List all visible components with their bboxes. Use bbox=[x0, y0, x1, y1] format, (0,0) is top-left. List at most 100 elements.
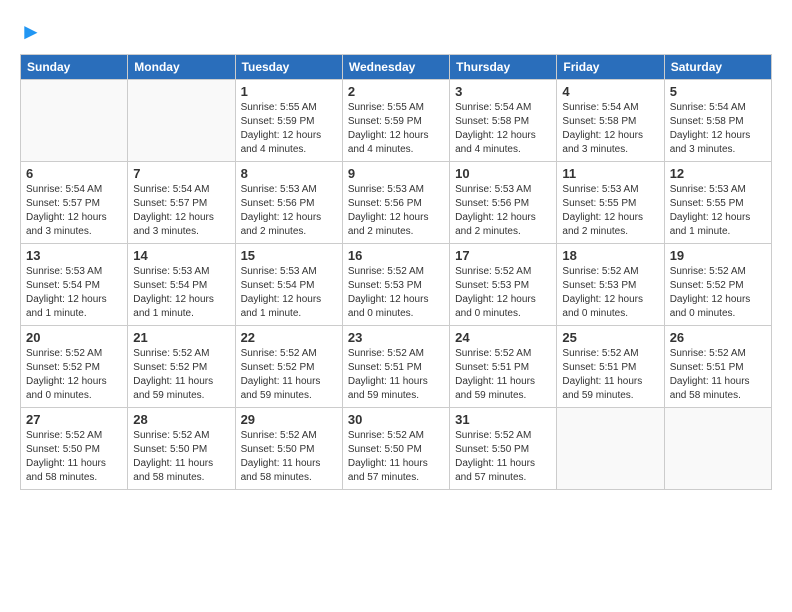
calendar-day-cell: 20Sunrise: 5:52 AM Sunset: 5:52 PM Dayli… bbox=[21, 326, 128, 408]
day-info: Sunrise: 5:53 AM Sunset: 5:56 PM Dayligh… bbox=[348, 183, 444, 239]
calendar-day-cell: 25Sunrise: 5:52 AM Sunset: 5:51 PM Dayli… bbox=[557, 326, 664, 408]
day-number: 1 bbox=[241, 84, 337, 99]
calendar-day-cell bbox=[664, 408, 771, 490]
day-number: 29 bbox=[241, 412, 337, 427]
day-number: 18 bbox=[562, 248, 658, 263]
day-info: Sunrise: 5:52 AM Sunset: 5:50 PM Dayligh… bbox=[26, 429, 122, 485]
day-info: Sunrise: 5:52 AM Sunset: 5:53 PM Dayligh… bbox=[562, 265, 658, 321]
calendar-day-cell bbox=[128, 80, 235, 162]
calendar-day-cell: 29 Sunrise: 5:52 AM Sunset: 5:50 PM Dayli… bbox=[235, 408, 342, 490]
day-info: Sunrise: 5:52 AM Sunset: 5:50 PM Dayligh… bbox=[241, 429, 337, 485]
calendar-day-cell: 22 Sunrise: 5:52 AM Sunset: 5:52 PM Dayli… bbox=[235, 326, 342, 408]
day-info: Sunrise: 5:52 AM Sunset: 5:52 PM Dayligh… bbox=[133, 347, 229, 403]
day-number: 7 bbox=[133, 166, 229, 181]
weekday-header-cell: Thursday bbox=[450, 55, 557, 80]
calendar-day-cell bbox=[557, 408, 664, 490]
calendar-day-cell: 15 Sunrise: 5:53 AM Sunset: 5:54 PM Dayli… bbox=[235, 244, 342, 326]
day-info: Sunrise: 5:52 AM Sunset: 5:53 PM Dayligh… bbox=[348, 265, 444, 321]
day-number: 2 bbox=[348, 84, 444, 99]
calendar-table: SundayMondayTuesdayWednesdayThursdayFrid… bbox=[20, 54, 772, 490]
day-info: Sunrise: 5:53 AM Sunset: 5:54 PM Dayligh… bbox=[26, 265, 122, 321]
day-info: Sunrise: 5:55 AM Sunset: 5:59 PM Dayligh… bbox=[348, 101, 444, 157]
calendar-day-cell: 18 Sunrise: 5:52 AM Sunset: 5:53 PM Dayli… bbox=[557, 244, 664, 326]
calendar-day-cell: 10 Sunrise: 5:53 AM Sunset: 5:56 PM Dayli… bbox=[450, 162, 557, 244]
day-info: Sunrise: 5:54 AM Sunset: 5:57 PM Dayligh… bbox=[26, 183, 122, 239]
day-info: Sunrise: 5:52 AM Sunset: 5:50 PM Dayligh… bbox=[348, 429, 444, 485]
calendar-day-cell: 14 Sunrise: 5:53 AM Sunset: 5:54 PM Dayli… bbox=[128, 244, 235, 326]
calendar-day-cell: 23 Sunrise: 5:52 AM Sunset: 5:51 PM Dayli… bbox=[342, 326, 449, 408]
day-number: 17 bbox=[455, 248, 551, 263]
day-number: 6 bbox=[26, 166, 122, 181]
calendar-week-row: 27Sunrise: 5:52 AM Sunset: 5:50 PM Dayli… bbox=[21, 408, 772, 490]
day-info: Sunrise: 5:52 AM Sunset: 5:51 PM Dayligh… bbox=[455, 347, 551, 403]
day-number: 20 bbox=[26, 330, 122, 345]
page-header: ► bbox=[20, 20, 772, 44]
day-info: Sunrise: 5:52 AM Sunset: 5:51 PM Dayligh… bbox=[562, 347, 658, 403]
calendar-day-cell: 9 Sunrise: 5:53 AM Sunset: 5:56 PM Daylig… bbox=[342, 162, 449, 244]
day-number: 12 bbox=[670, 166, 766, 181]
day-info: Sunrise: 5:53 AM Sunset: 5:54 PM Dayligh… bbox=[241, 265, 337, 321]
day-number: 15 bbox=[241, 248, 337, 263]
day-info: Sunrise: 5:55 AM Sunset: 5:59 PM Dayligh… bbox=[241, 101, 337, 157]
calendar-day-cell: 7 Sunrise: 5:54 AM Sunset: 5:57 PM Daylig… bbox=[128, 162, 235, 244]
weekday-header-cell: Sunday bbox=[21, 55, 128, 80]
calendar-day-cell: 17 Sunrise: 5:52 AM Sunset: 5:53 PM Dayli… bbox=[450, 244, 557, 326]
day-number: 26 bbox=[670, 330, 766, 345]
day-number: 16 bbox=[348, 248, 444, 263]
day-number: 23 bbox=[348, 330, 444, 345]
calendar-week-row: 20 Sunrise: 5:52 AM Sunset: 5:52 PM Dayli… bbox=[21, 326, 772, 408]
calendar-day-cell: 31 Sunrise: 5:52 AM Sunset: 5:50 PM Dayli… bbox=[450, 408, 557, 490]
calendar-day-cell: 27Sunrise: 5:52 AM Sunset: 5:50 PM Dayli… bbox=[21, 408, 128, 490]
day-number: 31 bbox=[455, 412, 551, 427]
weekday-header-cell: Monday bbox=[128, 55, 235, 80]
day-number: 9 bbox=[348, 166, 444, 181]
day-number: 5 bbox=[670, 84, 766, 99]
day-number: 8 bbox=[241, 166, 337, 181]
day-info: Sunrise: 5:52 AM Sunset: 5:52 PM Dayligh… bbox=[241, 347, 337, 403]
day-info: Sunrise: 5:52 AM Sunset: 5:53 PM Dayligh… bbox=[455, 265, 551, 321]
day-info: Sunrise: 5:53 AM Sunset: 5:56 PM Dayligh… bbox=[455, 183, 551, 239]
weekday-header-cell: Wednesday bbox=[342, 55, 449, 80]
day-info: Sunrise: 5:52 AM Sunset: 5:51 PM Dayligh… bbox=[670, 347, 766, 403]
day-info: Sunrise: 5:53 AM Sunset: 5:55 PM Dayligh… bbox=[562, 183, 658, 239]
day-info: Sunrise: 5:52 AM Sunset: 5:51 PM Dayligh… bbox=[348, 347, 444, 403]
calendar-day-cell: 4 Sunrise: 5:54 AM Sunset: 5:58 PM Daylig… bbox=[557, 80, 664, 162]
calendar-day-cell: 24Sunrise: 5:52 AM Sunset: 5:51 PM Dayli… bbox=[450, 326, 557, 408]
calendar-day-cell: 6 Sunrise: 5:54 AM Sunset: 5:57 PM Daylig… bbox=[21, 162, 128, 244]
day-number: 14 bbox=[133, 248, 229, 263]
calendar-day-cell: 30 Sunrise: 5:52 AM Sunset: 5:50 PM Dayli… bbox=[342, 408, 449, 490]
day-number: 11 bbox=[562, 166, 658, 181]
calendar-day-cell: 16 Sunrise: 5:52 AM Sunset: 5:53 PM Dayli… bbox=[342, 244, 449, 326]
calendar-day-cell: 1 Sunrise: 5:55 AM Sunset: 5:59 PM Daylig… bbox=[235, 80, 342, 162]
calendar-day-cell bbox=[21, 80, 128, 162]
weekday-header-cell: Saturday bbox=[664, 55, 771, 80]
calendar-body: 1 Sunrise: 5:55 AM Sunset: 5:59 PM Daylig… bbox=[21, 80, 772, 490]
day-info: Sunrise: 5:54 AM Sunset: 5:58 PM Dayligh… bbox=[670, 101, 766, 157]
logo: ► bbox=[20, 20, 42, 44]
calendar-day-cell: 28Sunrise: 5:52 AM Sunset: 5:50 PM Dayli… bbox=[128, 408, 235, 490]
day-number: 22 bbox=[241, 330, 337, 345]
weekday-header-cell: Friday bbox=[557, 55, 664, 80]
day-info: Sunrise: 5:52 AM Sunset: 5:52 PM Dayligh… bbox=[670, 265, 766, 321]
calendar-day-cell: 5 Sunrise: 5:54 AM Sunset: 5:58 PM Daylig… bbox=[664, 80, 771, 162]
calendar-day-cell: 2 Sunrise: 5:55 AM Sunset: 5:59 PM Daylig… bbox=[342, 80, 449, 162]
day-info: Sunrise: 5:53 AM Sunset: 5:54 PM Dayligh… bbox=[133, 265, 229, 321]
day-number: 4 bbox=[562, 84, 658, 99]
day-info: Sunrise: 5:52 AM Sunset: 5:50 PM Dayligh… bbox=[455, 429, 551, 485]
calendar-day-cell: 26 Sunrise: 5:52 AM Sunset: 5:51 PM Dayli… bbox=[664, 326, 771, 408]
calendar-week-row: 1 Sunrise: 5:55 AM Sunset: 5:59 PM Daylig… bbox=[21, 80, 772, 162]
weekday-header-row: SundayMondayTuesdayWednesdayThursdayFrid… bbox=[21, 55, 772, 80]
day-info: Sunrise: 5:52 AM Sunset: 5:50 PM Dayligh… bbox=[133, 429, 229, 485]
calendar-day-cell: 19Sunrise: 5:52 AM Sunset: 5:52 PM Dayli… bbox=[664, 244, 771, 326]
day-info: Sunrise: 5:54 AM Sunset: 5:57 PM Dayligh… bbox=[133, 183, 229, 239]
calendar-day-cell: 3Sunrise: 5:54 AM Sunset: 5:58 PM Daylig… bbox=[450, 80, 557, 162]
calendar-day-cell: 12Sunrise: 5:53 AM Sunset: 5:55 PM Dayli… bbox=[664, 162, 771, 244]
day-info: Sunrise: 5:54 AM Sunset: 5:58 PM Dayligh… bbox=[562, 101, 658, 157]
day-number: 21 bbox=[133, 330, 229, 345]
day-number: 30 bbox=[348, 412, 444, 427]
day-number: 10 bbox=[455, 166, 551, 181]
calendar-week-row: 6 Sunrise: 5:54 AM Sunset: 5:57 PM Daylig… bbox=[21, 162, 772, 244]
calendar-day-cell: 8 Sunrise: 5:53 AM Sunset: 5:56 PM Daylig… bbox=[235, 162, 342, 244]
day-info: Sunrise: 5:53 AM Sunset: 5:56 PM Dayligh… bbox=[241, 183, 337, 239]
weekday-header-cell: Tuesday bbox=[235, 55, 342, 80]
